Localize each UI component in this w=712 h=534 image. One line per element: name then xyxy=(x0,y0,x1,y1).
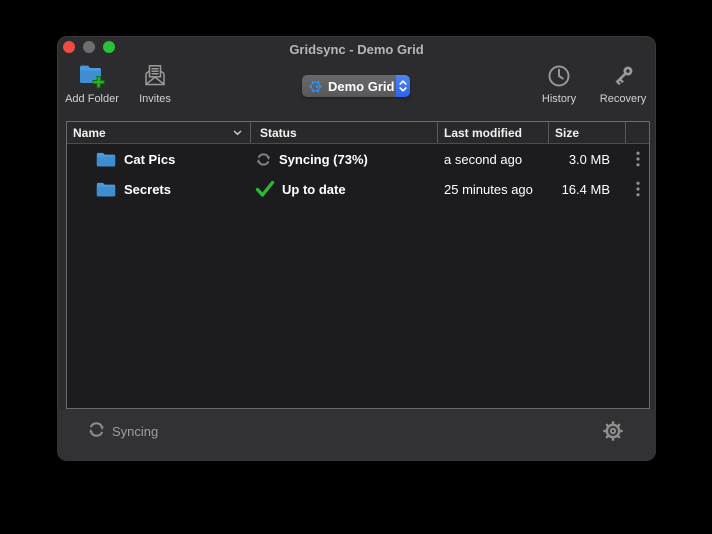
folder-name: Cat Pics xyxy=(124,152,175,167)
invites-envelope-icon xyxy=(142,62,168,89)
last-modified-text: a second ago xyxy=(438,144,549,174)
add-folder-label: Add Folder xyxy=(65,93,119,105)
window-title: Gridsync - Demo Grid xyxy=(57,36,656,62)
recovery-key-icon xyxy=(610,62,636,89)
status-text: Up to date xyxy=(282,182,346,197)
history-label: History xyxy=(542,93,576,105)
table-header: Name Status Last modified Size xyxy=(67,122,649,144)
invites-button[interactable]: Invites xyxy=(127,62,183,105)
sync-arrows-icon xyxy=(87,420,106,439)
invites-label: Invites xyxy=(139,93,171,105)
history-clock-icon xyxy=(546,62,572,89)
column-header-status[interactable]: Status xyxy=(251,122,438,143)
row-menu-button[interactable] xyxy=(626,144,649,174)
column-header-size[interactable]: Size xyxy=(549,122,626,143)
status-text: Syncing (73%) xyxy=(279,152,368,167)
size-text: 16.4 MB xyxy=(549,174,626,204)
grid-selector[interactable]: Demo Grid xyxy=(302,75,410,97)
folder-name: Secrets xyxy=(124,182,171,197)
add-folder-icon xyxy=(78,62,106,89)
recovery-button[interactable]: Recovery xyxy=(593,62,653,105)
title-bar[interactable]: Gridsync - Demo Grid xyxy=(57,36,656,62)
gridsync-logo-icon xyxy=(308,79,323,94)
sync-status-text: Syncing xyxy=(112,424,158,439)
last-modified-text: 25 minutes ago xyxy=(438,174,549,204)
gridsync-window: Gridsync - Demo Grid Add Folder Invites xyxy=(57,36,656,461)
size-text: 3.0 MB xyxy=(549,144,626,174)
vertical-ellipsis-icon xyxy=(636,151,640,167)
green-check-icon xyxy=(255,180,275,198)
folder-icon xyxy=(96,151,116,168)
folders-table: Name Status Last modified Size xyxy=(66,121,650,409)
column-header-name[interactable]: Name xyxy=(67,122,251,143)
table-row[interactable]: Cat Pics Syncing (73%) xyxy=(67,144,649,174)
column-header-last-modified[interactable]: Last modified xyxy=(438,122,549,143)
table-row[interactable]: Secrets Up to date 25 minutes ago 16.4 M… xyxy=(67,174,649,204)
column-header-menu xyxy=(626,122,649,143)
settings-button[interactable] xyxy=(602,420,624,442)
history-button[interactable]: History xyxy=(531,62,587,105)
folder-icon xyxy=(96,181,116,198)
add-folder-button[interactable]: Add Folder xyxy=(61,62,123,105)
combo-arrows-icon xyxy=(396,75,410,97)
recovery-label: Recovery xyxy=(600,93,646,105)
grid-selector-value: Demo Grid xyxy=(328,79,394,94)
sync-arrows-icon xyxy=(255,151,272,168)
vertical-ellipsis-icon xyxy=(636,181,640,197)
status-bar: Syncing xyxy=(57,409,656,461)
sort-chevron-down-icon xyxy=(233,130,242,136)
row-menu-button[interactable] xyxy=(626,174,649,204)
